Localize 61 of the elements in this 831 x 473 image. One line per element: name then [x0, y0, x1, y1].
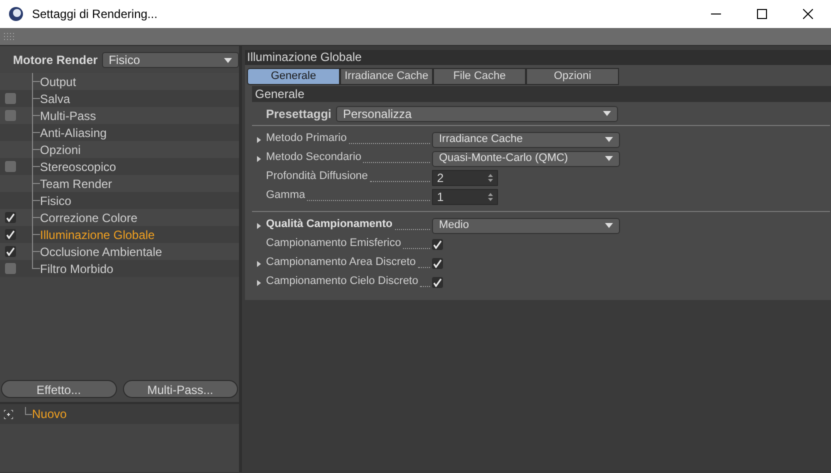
checkbox[interactable] — [4, 110, 16, 121]
field-label: Profondità Diffusione — [266, 169, 368, 184]
checkbox[interactable] — [432, 277, 443, 288]
field-label: Gamma — [266, 188, 306, 203]
field-label: Metodo Primario — [266, 131, 347, 146]
caret-icon — [224, 58, 232, 62]
field-label: Campionamento Area Discreto — [266, 255, 416, 270]
dropdown[interactable]: Medio — [432, 218, 620, 234]
sidebar-item[interactable]: Multi-Pass — [40, 106, 96, 124]
expand-arrow-icon[interactable] — [257, 136, 261, 142]
dropdown[interactable]: Quasi-Monte-Carlo (QMC) — [432, 150, 620, 166]
tab[interactable]: Generale — [247, 68, 340, 85]
expand-arrow-icon[interactable] — [257, 280, 261, 286]
dropdown[interactable]: Irradiance Cache — [432, 132, 620, 148]
renderer-label: Motore Render — [13, 52, 98, 69]
close-icon — [803, 9, 813, 19]
preset-item[interactable]: Nuovo — [32, 405, 67, 423]
sidebar-item[interactable]: Correzione Colore — [40, 208, 138, 226]
tab[interactable]: Opzioni — [526, 68, 619, 85]
checkbox[interactable] — [4, 212, 16, 223]
target-icon[interactable] — [4, 410, 13, 418]
app-logo-icon — [8, 6, 24, 22]
section-header: Generale — [252, 86, 831, 102]
stepper-icon[interactable] — [488, 174, 493, 182]
checkbox[interactable] — [4, 161, 16, 172]
tab[interactable]: File Cache — [433, 68, 526, 85]
number-field[interactable]: 1 — [432, 188, 498, 204]
renderer-dropdown[interactable]: Fisico — [102, 52, 239, 68]
panel-title: Illuminazione Globale — [245, 50, 831, 65]
expand-arrow-icon[interactable] — [257, 260, 261, 266]
checkbox[interactable] — [4, 93, 16, 104]
number-field[interactable]: 2 — [432, 170, 498, 186]
preset-dropdown[interactable]: Personalizza — [336, 106, 618, 122]
field-label: Presettaggi — [266, 106, 332, 122]
stepper-icon[interactable] — [488, 192, 493, 200]
caret-icon — [605, 156, 613, 161]
checkbox[interactable] — [432, 258, 443, 269]
sidebar-item[interactable]: Fisico — [40, 192, 72, 210]
sidebar-item[interactable]: Opzioni — [40, 140, 81, 158]
checkbox[interactable] — [4, 229, 16, 240]
sidebar-item[interactable]: Occlusione Ambientale — [40, 242, 162, 260]
checkbox[interactable] — [432, 239, 443, 250]
sidebar-item[interactable]: Team Render — [40, 174, 112, 192]
field-label: Campionamento Emisferico — [266, 236, 402, 251]
action-button[interactable]: Multi-Pass... — [122, 380, 238, 398]
expand-arrow-icon[interactable] — [257, 156, 261, 162]
field-label: Campionamento Cielo Discreto — [266, 274, 418, 289]
caret-icon — [605, 223, 613, 228]
sidebar-item[interactable]: Salva — [40, 90, 70, 108]
window-title: Settaggi di Rendering... — [32, 6, 158, 23]
caret-icon — [605, 137, 613, 142]
field-label: Qualità Campionamento — [266, 217, 393, 232]
maximize-icon — [757, 9, 767, 19]
field-label: Metodo Secondario — [266, 150, 362, 165]
checkbox[interactable] — [4, 246, 16, 257]
sidebar-item[interactable]: Output — [40, 72, 76, 90]
caret-icon — [603, 111, 611, 116]
checkbox[interactable] — [4, 263, 16, 274]
expand-arrow-icon[interactable] — [257, 222, 261, 228]
tab[interactable]: Irradiance Cache — [340, 68, 433, 85]
action-button[interactable]: Effetto... — [1, 380, 116, 398]
